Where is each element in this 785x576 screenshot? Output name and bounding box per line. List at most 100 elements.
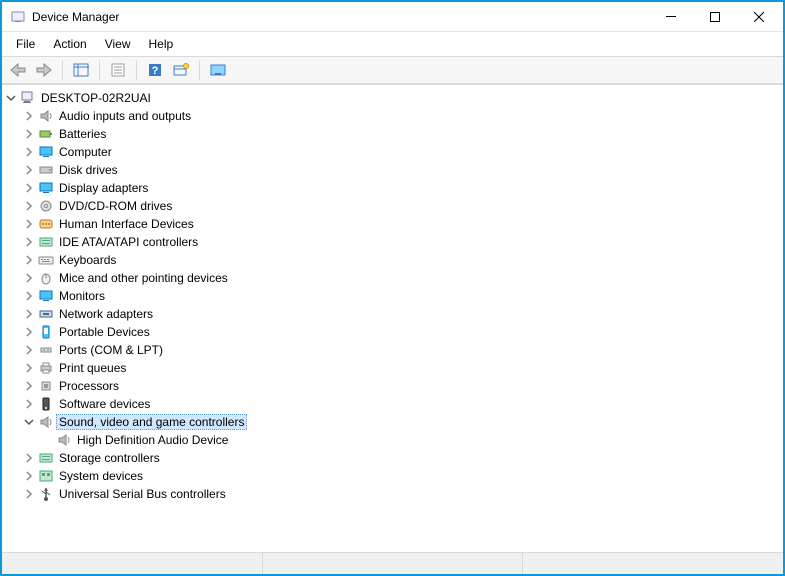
tree-node-label: High Definition Audio Device: [74, 433, 231, 447]
ide-icon: [38, 234, 54, 250]
menu-view[interactable]: View: [97, 34, 139, 54]
tree-root-node[interactable]: DESKTOP-02R2UAI: [4, 89, 783, 107]
chevron-right-icon[interactable]: [22, 379, 36, 393]
chevron-right-icon[interactable]: [22, 343, 36, 357]
chevron-right-icon[interactable]: [22, 199, 36, 213]
tree-node-label: Ports (COM & LPT): [56, 343, 166, 357]
chevron-right-icon[interactable]: [22, 253, 36, 267]
usb-icon: [38, 486, 54, 502]
tree-node[interactable]: Human Interface Devices: [22, 215, 783, 233]
tree-node[interactable]: Keyboards: [22, 251, 783, 269]
menu-file[interactable]: File: [8, 34, 43, 54]
tree-node-label: DESKTOP-02R2UAI: [38, 91, 154, 105]
tree-node[interactable]: Batteries: [22, 125, 783, 143]
chevron-right-icon[interactable]: [22, 307, 36, 321]
chevron-right-icon[interactable]: [22, 271, 36, 285]
tree-node-label: Network adapters: [56, 307, 156, 321]
tree-node[interactable]: Display adapters: [22, 179, 783, 197]
chevron-right-icon[interactable]: [22, 163, 36, 177]
tree-node[interactable]: Software devices: [22, 395, 783, 413]
chevron-down-icon[interactable]: [4, 91, 18, 105]
scan-hardware-button[interactable]: [169, 59, 193, 81]
battery-icon: [38, 126, 54, 142]
tree-node-label: Monitors: [56, 289, 108, 303]
port-icon: [38, 342, 54, 358]
toolbar: ?: [2, 57, 783, 84]
help-button[interactable]: ?: [143, 59, 167, 81]
tree-node[interactable]: Monitors: [22, 287, 783, 305]
status-cell: [523, 553, 783, 574]
tree-node-label: IDE ATA/ATAPI controllers: [56, 235, 201, 249]
system-icon: [38, 468, 54, 484]
printer-icon: [38, 360, 54, 376]
menu-help[interactable]: Help: [141, 34, 182, 54]
tree-node[interactable]: IDE ATA/ATAPI controllers: [22, 233, 783, 251]
tree-node[interactable]: Universal Serial Bus controllers: [22, 485, 783, 503]
tree-node[interactable]: DVD/CD-ROM drives: [22, 197, 783, 215]
titlebar: Device Manager: [2, 2, 783, 32]
tree-node-label: Computer: [56, 145, 115, 159]
show-hidden-devices-button[interactable]: [206, 59, 230, 81]
app-icon: [10, 9, 26, 25]
chevron-right-icon[interactable]: [22, 217, 36, 231]
chevron-down-icon[interactable]: [22, 415, 36, 429]
forward-button[interactable]: [32, 59, 56, 81]
tree-node-label: Universal Serial Bus controllers: [56, 487, 229, 501]
toolbar-separator: [136, 60, 137, 80]
computer-icon: [20, 90, 36, 106]
speaker-icon: [38, 108, 54, 124]
tree-node[interactable]: Processors: [22, 377, 783, 395]
minimize-button[interactable]: [649, 3, 693, 31]
chevron-right-icon[interactable]: [22, 289, 36, 303]
tree-node[interactable]: Audio inputs and outputs: [22, 107, 783, 125]
tree-node[interactable]: Portable Devices: [22, 323, 783, 341]
chevron-right-icon[interactable]: [22, 181, 36, 195]
chevron-right-icon[interactable]: [22, 325, 36, 339]
menu-action[interactable]: Action: [45, 34, 94, 54]
portable-icon: [38, 324, 54, 340]
tree-node[interactable]: Mice and other pointing devices: [22, 269, 783, 287]
tree-node[interactable]: Ports (COM & LPT): [22, 341, 783, 359]
chevron-right-icon[interactable]: [22, 397, 36, 411]
tree-node-label: Print queues: [56, 361, 129, 375]
tree-node-label: Keyboards: [56, 253, 119, 267]
tree-node[interactable]: Network adapters: [22, 305, 783, 323]
cpu-icon: [38, 378, 54, 394]
toolbar-separator: [99, 60, 100, 80]
tree-node[interactable]: System devices: [22, 467, 783, 485]
chevron-right-icon[interactable]: [22, 127, 36, 141]
mouse-icon: [38, 270, 54, 286]
tree-node[interactable]: Sound, video and game controllers: [22, 413, 783, 431]
tree-node-label: Mice and other pointing devices: [56, 271, 231, 285]
back-button[interactable]: [6, 59, 30, 81]
maximize-button[interactable]: [693, 3, 737, 31]
chevron-right-icon[interactable]: [22, 361, 36, 375]
chevron-right-icon[interactable]: [22, 235, 36, 249]
computer-icon: [38, 144, 54, 160]
software-icon: [38, 396, 54, 412]
tree-node[interactable]: Disk drives: [22, 161, 783, 179]
tree-node-label: Display adapters: [56, 181, 151, 195]
chevron-right-icon[interactable]: [22, 487, 36, 501]
chevron-right-icon[interactable]: [22, 451, 36, 465]
close-button[interactable]: [737, 3, 781, 31]
status-cell: [2, 553, 263, 574]
chevron-right-icon[interactable]: [22, 109, 36, 123]
tree-node-label: Storage controllers: [56, 451, 163, 465]
device-tree-panel[interactable]: DESKTOP-02R2UAI Audio inputs and outputsB…: [2, 84, 783, 552]
status-cell: [263, 553, 524, 574]
tree-node[interactable]: Storage controllers: [22, 449, 783, 467]
display-icon: [38, 180, 54, 196]
tree-node[interactable]: High Definition Audio Device: [40, 431, 783, 449]
tree-node-label: Human Interface Devices: [56, 217, 197, 231]
show-hide-console-button[interactable]: [69, 59, 93, 81]
tree-node[interactable]: Computer: [22, 143, 783, 161]
keyboard-icon: [38, 252, 54, 268]
chevron-right-icon[interactable]: [22, 469, 36, 483]
chevron-right-icon[interactable]: [22, 145, 36, 159]
tree-node-label: Sound, video and game controllers: [56, 414, 247, 430]
tree-node-label: Software devices: [56, 397, 153, 411]
properties-button[interactable]: [106, 59, 130, 81]
cdrom-icon: [38, 198, 54, 214]
tree-node[interactable]: Print queues: [22, 359, 783, 377]
